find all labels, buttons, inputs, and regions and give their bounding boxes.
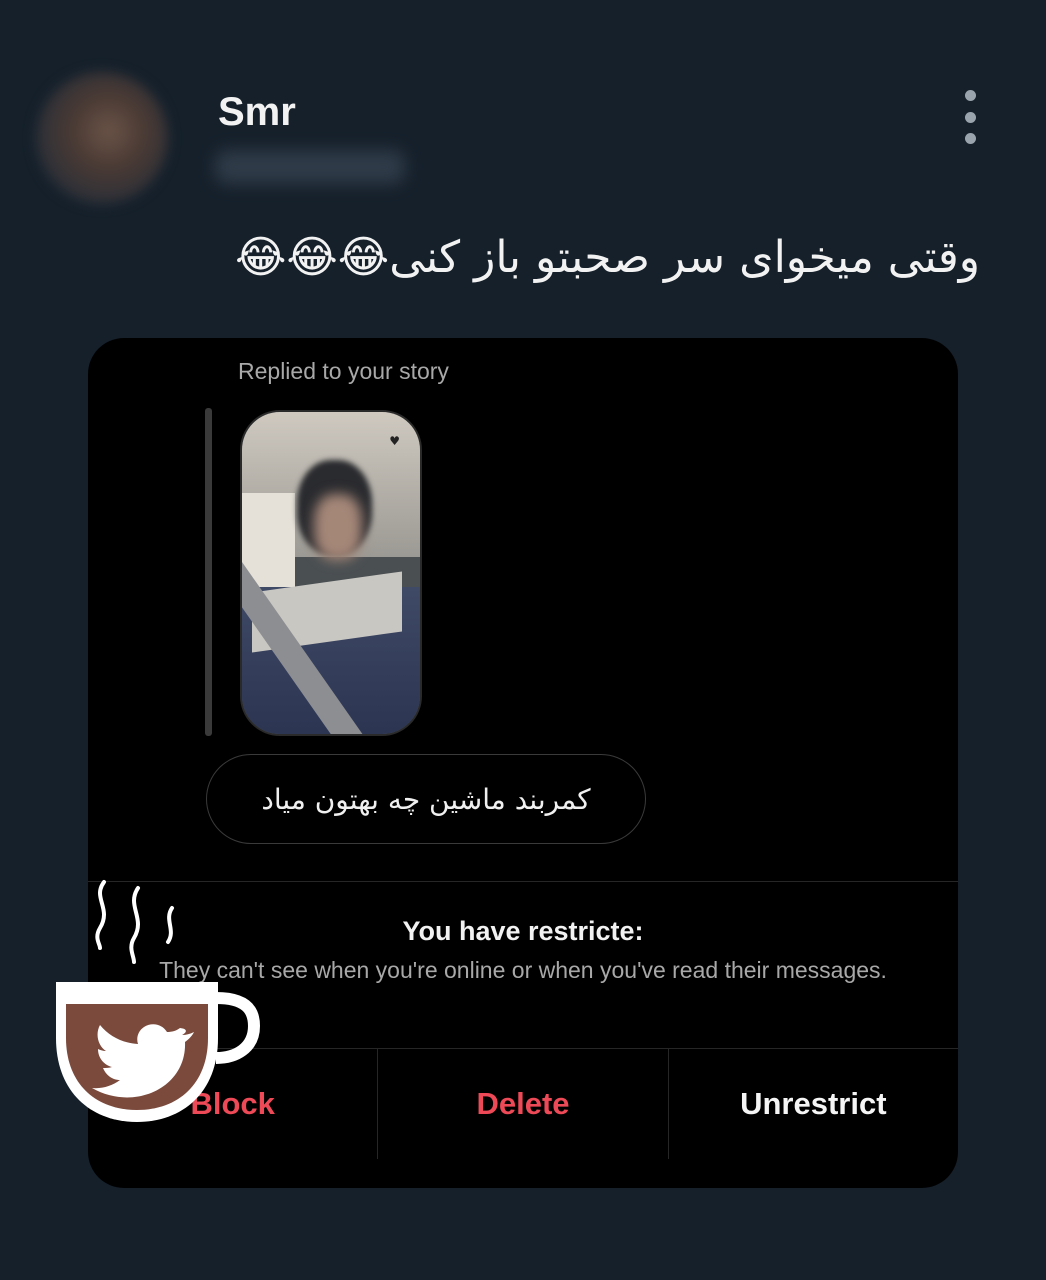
heart-icon: ♥: [389, 434, 400, 448]
avatar[interactable]: [36, 72, 168, 204]
coffee-cup-twitter-bird-icon: [56, 880, 261, 1122]
handle-blurred: [215, 150, 405, 184]
delete-button[interactable]: Delete: [377, 1049, 667, 1159]
message-bubble: کمربند ماشین چه بهتون میاد: [206, 754, 646, 844]
unrestrict-button[interactable]: Unrestrict: [667, 1049, 958, 1159]
tweet-text: وقتی میخوای سر صحبتو باز کنی😂😂😂: [234, 232, 980, 283]
replied-to-story-label: Replied to your story: [238, 358, 449, 384]
username[interactable]: Smr: [218, 90, 296, 135]
reply-quote-bar: [205, 408, 212, 736]
message-text: کمربند ماشین چه بهتون میاد: [261, 782, 591, 816]
more-options-icon[interactable]: [955, 90, 985, 144]
story-thumbnail[interactable]: ♥: [240, 410, 422, 736]
